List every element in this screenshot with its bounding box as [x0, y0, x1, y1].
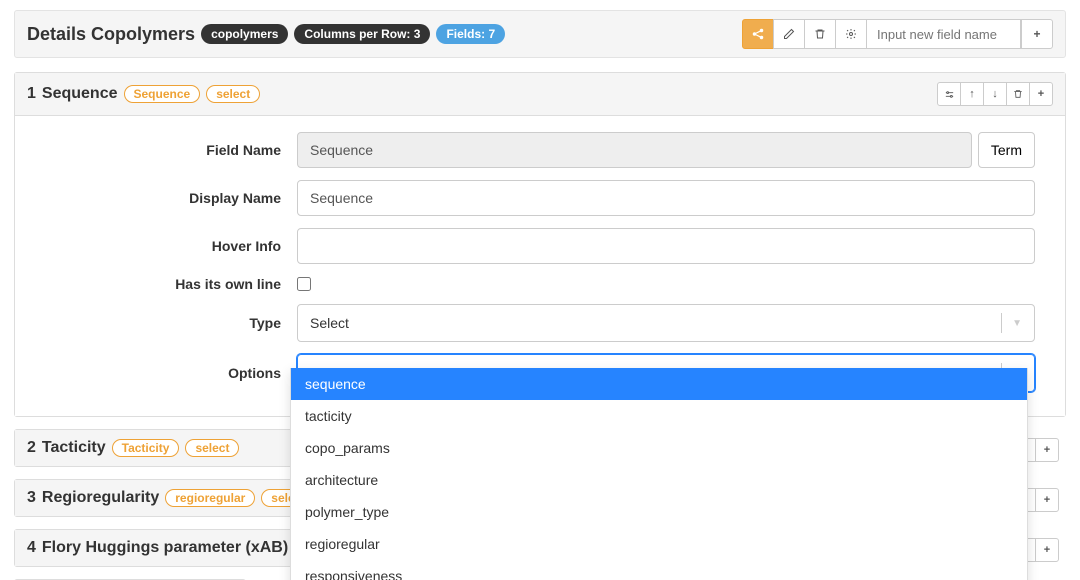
- plus-icon: +: [1044, 444, 1050, 456]
- label-own-line: Has its own line: [45, 276, 297, 292]
- tag-type: select: [206, 85, 260, 103]
- tag-field: Sequence: [124, 85, 201, 103]
- panel-add-button[interactable]: +: [1029, 82, 1053, 106]
- tag-type: select: [185, 439, 239, 457]
- pencil-icon: [783, 28, 795, 40]
- share-icon: [751, 27, 765, 41]
- type-value: Select: [310, 315, 349, 331]
- type-select[interactable]: Select ▼: [297, 304, 1035, 342]
- panel-number: 3: [27, 489, 36, 507]
- badge-columns: Columns per Row: 3: [294, 24, 430, 44]
- panel-add-button[interactable]: +: [1035, 538, 1059, 562]
- dropdown-item[interactable]: sequence: [291, 368, 1027, 400]
- header-bar: Details Copolymers copolymers Columns pe…: [14, 10, 1066, 58]
- panel-title-text: Sequence: [42, 85, 118, 103]
- add-field-button[interactable]: +: [1021, 19, 1053, 49]
- badge-fields: Fields: 7: [436, 24, 505, 44]
- hover-info-input[interactable]: [297, 228, 1035, 264]
- field-panel-sequence: 1 Sequence Sequence select ↑ ↓ + Field N…: [14, 72, 1066, 417]
- panel-title: 1 Sequence Sequence select: [27, 85, 260, 103]
- gear-icon: [845, 28, 857, 40]
- panel-title-text: Tacticity: [42, 439, 106, 457]
- dropdown-item[interactable]: regioregular: [291, 528, 1027, 560]
- tag-field: Tacticity: [112, 439, 180, 457]
- panel-delete-button[interactable]: [1006, 82, 1030, 106]
- panel-add-button[interactable]: +: [1035, 438, 1059, 462]
- term-button[interactable]: Term: [978, 132, 1035, 168]
- display-name-input[interactable]: [297, 180, 1035, 216]
- dropdown-item[interactable]: polymer_type: [291, 496, 1027, 528]
- panel-number: 4: [27, 539, 36, 557]
- header-title: Details Copolymers copolymers Columns pe…: [27, 24, 505, 45]
- label-hover-info: Hover Info: [45, 238, 297, 254]
- panel-move-down-button[interactable]: ↓: [983, 82, 1007, 106]
- dropdown-item[interactable]: tacticity: [291, 400, 1027, 432]
- plus-icon: +: [1038, 88, 1044, 100]
- dropdown-item[interactable]: copo_params: [291, 432, 1027, 464]
- label-type: Type: [45, 315, 297, 331]
- panel-title-text: Flory Huggings parameter (xAB): [42, 539, 288, 557]
- panel-settings-button[interactable]: [937, 82, 961, 106]
- label-display-name: Display Name: [45, 190, 297, 206]
- own-line-checkbox[interactable]: [297, 277, 311, 291]
- panel-actions: ↑ ↓ +: [937, 82, 1053, 106]
- share-button[interactable]: [742, 19, 774, 49]
- trash-icon: [1013, 89, 1023, 99]
- new-field-input[interactable]: [866, 19, 1021, 49]
- arrow-down-icon: ↓: [992, 88, 998, 100]
- label-options: Options: [45, 365, 297, 381]
- delete-button[interactable]: [804, 19, 836, 49]
- chevron-down-icon: ▼: [1001, 313, 1022, 333]
- title-text: Details Copolymers: [27, 24, 195, 45]
- panel-number: 1: [27, 85, 36, 103]
- panel-head: 1 Sequence Sequence select ↑ ↓ +: [15, 73, 1065, 116]
- field-name-input: [297, 132, 972, 168]
- edit-button[interactable]: [773, 19, 805, 49]
- tag-field: regioregular: [165, 489, 255, 507]
- badge-name: copolymers: [201, 24, 288, 44]
- plus-icon: +: [1033, 27, 1040, 41]
- plus-icon: +: [1044, 494, 1050, 506]
- label-field-name: Field Name: [45, 142, 297, 158]
- panel-move-up-button[interactable]: ↑: [960, 82, 984, 106]
- plus-icon: +: [1044, 544, 1050, 556]
- panel-number: 2: [27, 439, 36, 457]
- header-actions: +: [742, 19, 1053, 49]
- options-dropdown: sequence tacticity copo_params architect…: [290, 368, 1028, 580]
- panel-add-button[interactable]: +: [1035, 488, 1059, 512]
- dropdown-item[interactable]: architecture: [291, 464, 1027, 496]
- panel-title-text: Regioregularity: [42, 489, 159, 507]
- dropdown-item[interactable]: responsiveness: [291, 560, 1027, 580]
- trash-icon: [814, 28, 826, 40]
- arrow-up-icon: ↑: [969, 88, 975, 100]
- settings-button[interactable]: [835, 19, 867, 49]
- sliders-icon: [944, 89, 955, 100]
